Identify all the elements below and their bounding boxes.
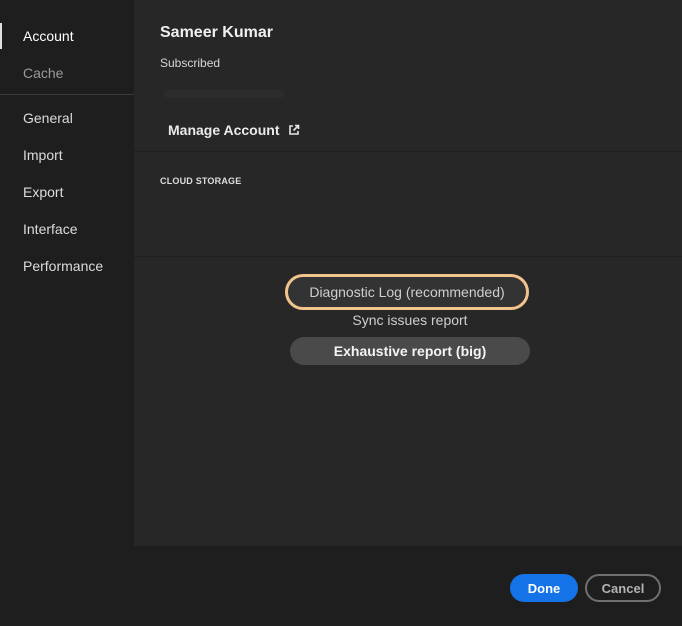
plan-status: Subscribed [160,56,221,70]
cancel-button[interactable]: Cancel [585,574,661,602]
done-button[interactable]: Done [510,574,578,602]
section-divider [134,256,682,257]
sidebar-item-interface[interactable]: Interface [0,214,134,244]
sidebar-item-label: Import [23,147,63,163]
diagnostic-log-button[interactable]: Diagnostic Log (recommended) [285,274,529,310]
sidebar-item-label: Cache [23,65,64,81]
cloud-storage-heading: CLOUD STORAGE [160,176,242,186]
sidebar-divider [0,94,134,95]
sidebar-item-label: Export [23,184,64,200]
manage-account-label: Manage Account [168,122,280,138]
sidebar-item-export[interactable]: Export [0,177,134,207]
sidebar-item-label: Performance [23,258,104,274]
sidebar-item-performance[interactable]: Performance [0,251,134,281]
dialog-footer [0,546,682,626]
exhaustive-report-button[interactable]: Exhaustive report (big) [290,337,530,365]
placeholder-line [164,90,284,98]
external-link-icon [288,124,299,135]
exhaustive-report-label: Exhaustive report (big) [333,343,487,359]
sidebar-item-general[interactable]: General [0,103,134,133]
preferences-sidebar: Account Cache General Import Export Inte… [0,0,134,546]
manage-account-link[interactable]: Manage Account [168,122,300,138]
account-panel: Sameer Kumar Subscribed Manage Account C… [134,0,682,546]
sidebar-item-import[interactable]: Import [0,140,134,170]
sidebar-item-label: Account [23,28,74,44]
sidebar-item-account[interactable]: Account [0,21,134,51]
user-name: Sameer Kumar [160,24,273,41]
section-divider [134,151,682,152]
sync-issues-report-button[interactable]: Sync issues report [290,312,530,328]
diagnostic-log-label: Diagnostic Log (recommended) [309,284,505,300]
sidebar-item-label: General [23,110,73,126]
sidebar-item-label: Interface [23,221,78,237]
sidebar-item-cache[interactable]: Cache [0,58,134,88]
